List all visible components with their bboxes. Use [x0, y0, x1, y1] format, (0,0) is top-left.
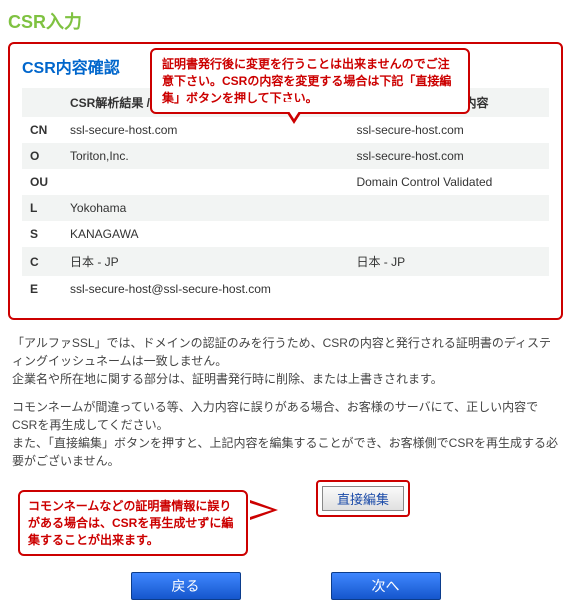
cert-value [348, 195, 549, 221]
edit-row: 直接編集 コモンネームなどの証明書情報に誤りがある場合は、CSRを再生成せずに編… [8, 480, 563, 550]
next-button[interactable]: 次へ [331, 572, 441, 600]
csr-value: 日本 - JP [62, 247, 348, 276]
row-label: OU [22, 169, 62, 195]
csr-value: Toriton,Inc. [62, 143, 348, 169]
csr-value: KANAGAWA [62, 221, 348, 247]
cert-value: Domain Control Validated [348, 169, 549, 195]
warning-callout-top-tail-inner [283, 102, 305, 119]
table-row: OU Domain Control Validated [22, 169, 549, 195]
row-label: CN [22, 117, 62, 143]
back-button[interactable]: 戻る [131, 572, 241, 600]
table-row: OToriton,Inc.ssl-secure-host.com [22, 143, 549, 169]
warning-callout-top: 証明書発行後に変更を行うことは出来ませんのでご注意下さい。CSRの内容を変更する… [150, 48, 470, 114]
table-row: LYokohama [22, 195, 549, 221]
nav-buttons: 戻る 次へ [8, 572, 563, 600]
cert-value: ssl-secure-host.com [348, 143, 549, 169]
cert-value: ssl-secure-host.com [348, 117, 549, 143]
row-label: C [22, 247, 62, 276]
cert-value [348, 276, 549, 302]
row-label: O [22, 143, 62, 169]
cert-value [348, 221, 549, 247]
edit-button-highlight: 直接編集 [316, 480, 410, 517]
cert-value: 日本 - JP [348, 247, 549, 276]
page-title: CSR入力 [8, 8, 563, 34]
notice-text-2: コモンネームが間違っている等、入力内容に誤りがある場合、お客様のサーバにて、正し… [12, 398, 559, 470]
row-label: L [22, 195, 62, 221]
direct-edit-button[interactable]: 直接編集 [322, 486, 404, 511]
row-label: E [22, 276, 62, 302]
warning-callout-bottom-tail-inner [250, 503, 272, 517]
csr-value: ssl-secure-host@ssl-secure-host.com [62, 276, 348, 302]
table-row: SKANAGAWA [22, 221, 549, 247]
table-row: Essl-secure-host@ssl-secure-host.com [22, 276, 549, 302]
warning-callout-bottom: コモンネームなどの証明書情報に誤りがある場合は、CSRを再生成せずに編集すること… [18, 490, 248, 556]
row-label: S [22, 221, 62, 247]
notice-text-1: 「アルファSSL」では、ドメインの認証のみを行うため、CSRの内容と発行される証… [12, 334, 559, 388]
table-row: C日本 - JP日本 - JP [22, 247, 549, 276]
csr-value: Yokohama [62, 195, 348, 221]
csr-value [62, 169, 348, 195]
csr-confirm-box: 証明書発行後に変更を行うことは出来ませんのでご注意下さい。CSRの内容を変更する… [8, 42, 563, 320]
